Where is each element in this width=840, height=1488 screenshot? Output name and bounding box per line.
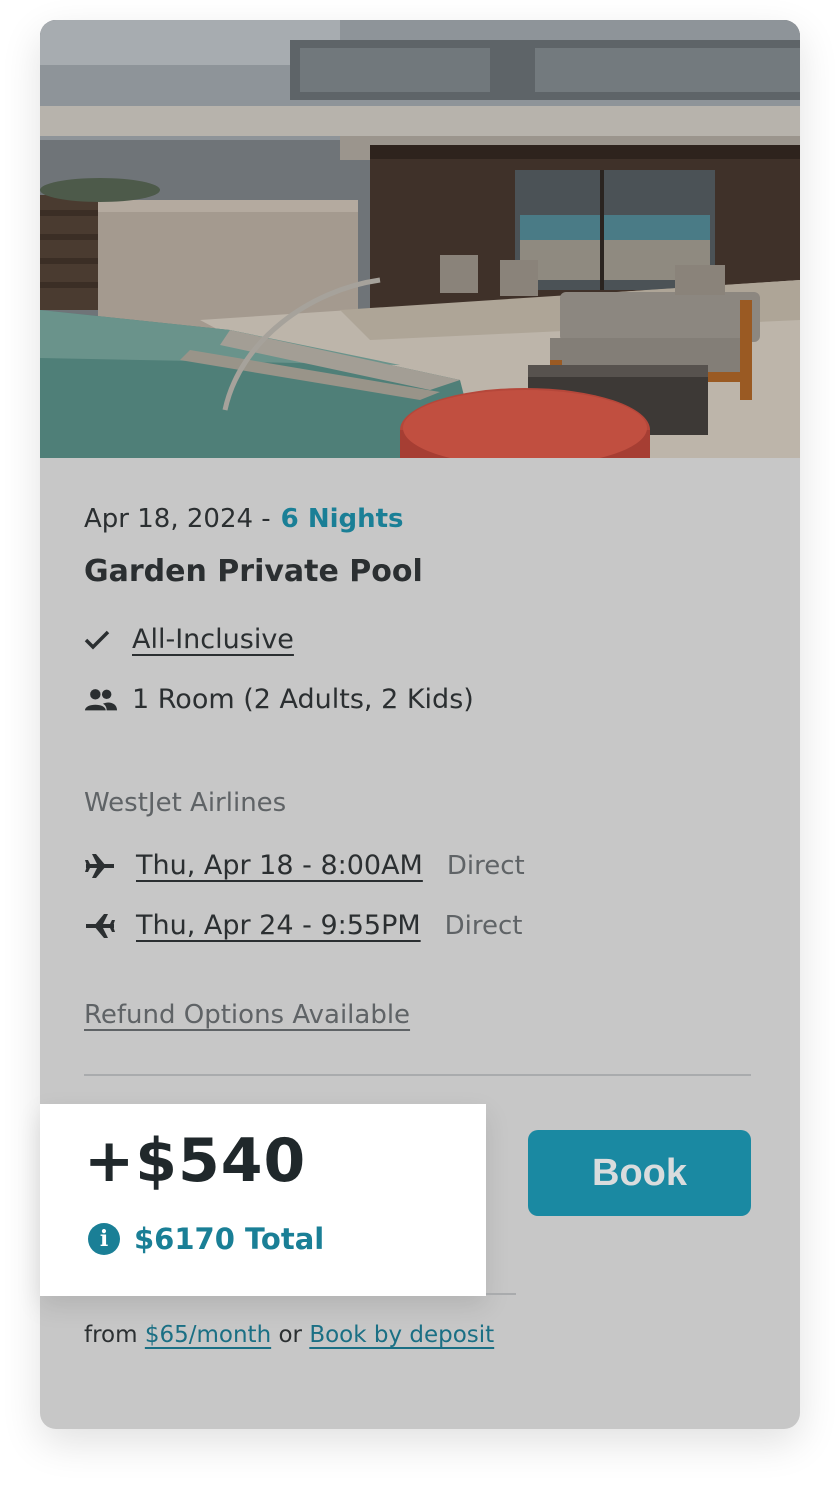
divider bbox=[84, 1074, 751, 1076]
plane-return-icon bbox=[84, 911, 120, 941]
financing-options: from $65/month or Book by deposit bbox=[84, 1322, 494, 1348]
airline-name: WestJet Airlines bbox=[84, 788, 287, 818]
refund-options-link[interactable]: Refund Options Available bbox=[84, 1000, 410, 1030]
flight-outbound[interactable]: Thu, Apr 18 - 8:00AM Direct bbox=[84, 850, 525, 881]
book-button[interactable]: Book bbox=[528, 1130, 751, 1216]
price-difference: +$540 bbox=[84, 1126, 307, 1196]
feature-label[interactable]: All-Inclusive bbox=[132, 624, 294, 655]
plane-departure-icon bbox=[84, 851, 120, 881]
check-icon bbox=[84, 625, 118, 655]
price-panel: +$540 i $6170 Total bbox=[40, 1104, 486, 1296]
flight-time[interactable]: Thu, Apr 18 - 8:00AM bbox=[136, 850, 423, 881]
start-date: Apr 18, 2024 - bbox=[84, 504, 271, 534]
total-price[interactable]: i $6170 Total bbox=[88, 1222, 324, 1256]
finance-prefix: from bbox=[84, 1322, 138, 1348]
divider-short bbox=[486, 1293, 516, 1295]
finance-or: or bbox=[278, 1322, 302, 1348]
monthly-payment-link[interactable]: $65/month bbox=[145, 1322, 271, 1348]
feature-label: 1 Room (2 Adults, 2 Kids) bbox=[132, 684, 474, 715]
flight-time[interactable]: Thu, Apr 24 - 9:55PM bbox=[136, 910, 421, 941]
flight-return[interactable]: Thu, Apr 24 - 9:55PM Direct bbox=[84, 910, 523, 941]
people-icon bbox=[84, 685, 118, 715]
total-label: $6170 Total bbox=[134, 1222, 325, 1256]
flight-type: Direct bbox=[446, 850, 525, 881]
trip-dates: Apr 18, 2024 - 6 Nights bbox=[84, 504, 404, 534]
nights-count: 6 Nights bbox=[280, 504, 404, 534]
info-icon[interactable]: i bbox=[88, 1223, 120, 1255]
feature-occupancy: 1 Room (2 Adults, 2 Kids) bbox=[84, 684, 474, 715]
feature-all-inclusive[interactable]: All-Inclusive bbox=[84, 624, 294, 655]
hotel-photo bbox=[40, 20, 800, 458]
room-title: Garden Private Pool bbox=[84, 554, 423, 589]
flight-type: Direct bbox=[444, 910, 523, 941]
book-by-deposit-link[interactable]: Book by deposit bbox=[309, 1322, 494, 1348]
